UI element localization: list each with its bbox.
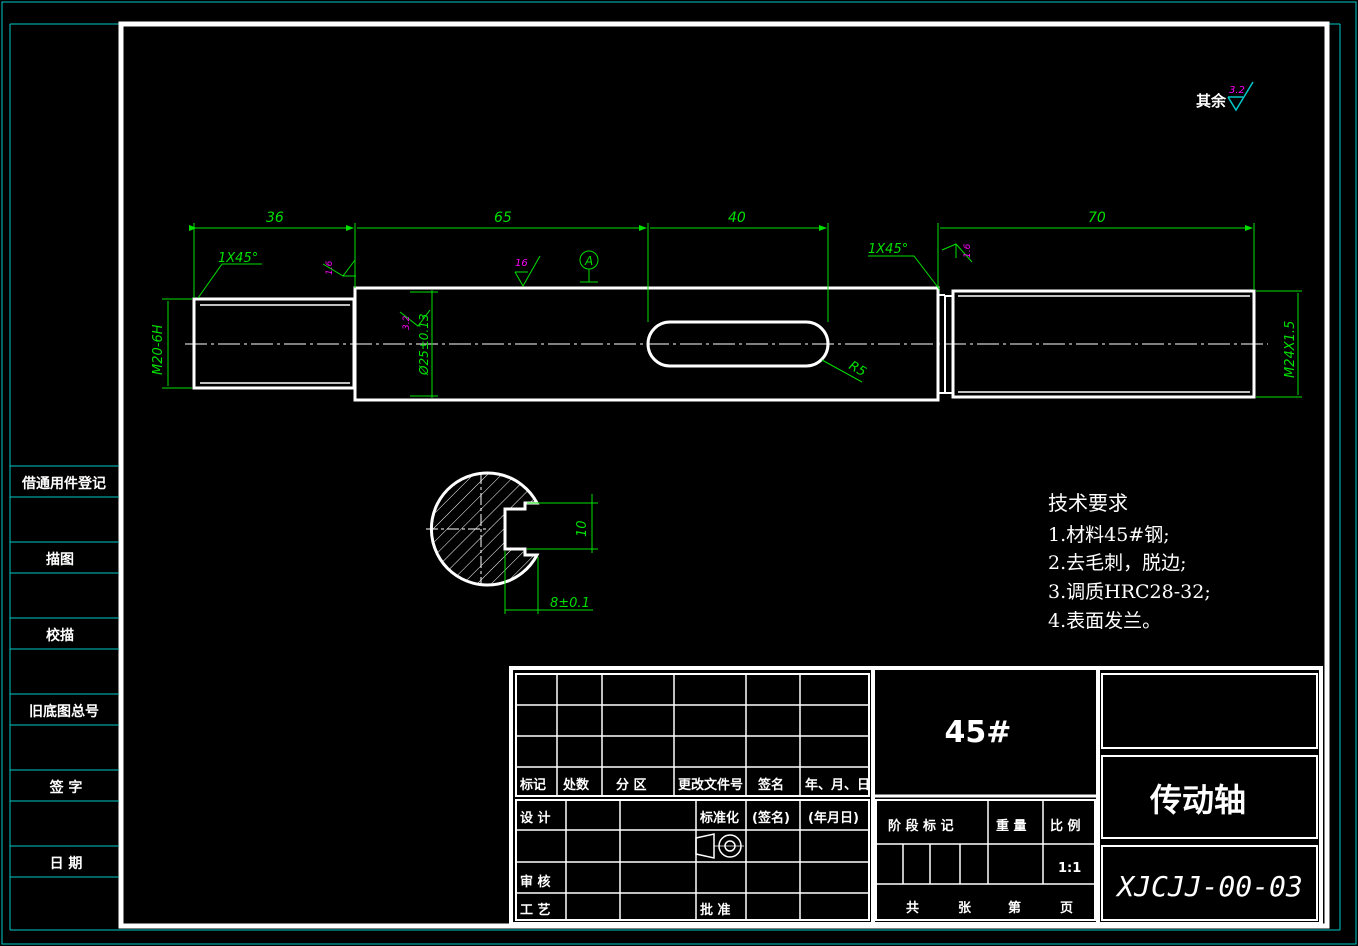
- side-label-signature: 签 字: [49, 779, 83, 796]
- rev-header-doc: 更改文件号: [678, 777, 743, 793]
- roughness-right: 1.6: [963, 243, 973, 258]
- dim-chamfer-right: 1X45°: [868, 242, 908, 257]
- cad-drawing: 借通用件登记 描图 校描 旧底图总号 签 字 日 期 其余 3.2 36 65 …: [1, 1, 1357, 945]
- rev-header-date: 年、月、日: [805, 777, 870, 793]
- title-block: 标记 处数 分 区 更改文件号 签名 年、月、日 设 计 标准化 (签名) (年…: [509, 666, 1323, 926]
- sign-date: (年月日): [808, 810, 859, 826]
- dim-thread-left: M20-6H: [151, 324, 166, 375]
- roughness-mid: 3.2: [402, 315, 412, 330]
- scale-value: 1:1: [1058, 861, 1081, 876]
- rev-header-mark: 标记: [519, 777, 546, 793]
- dimension-lines: 36 65 40 70 M20-6H M24X1.5 Ø25±0.13 1X45…: [151, 210, 1302, 398]
- tech-req-item-2: 2.去毛刺，脱边;: [1048, 552, 1187, 574]
- dim-radius: R5: [846, 358, 868, 380]
- sheet-number: 第: [1008, 900, 1021, 916]
- sheet-page: 页: [1060, 901, 1073, 916]
- stage-header-mark: 阶 段 标 记: [888, 818, 954, 834]
- roughness-prefix: 其余: [1196, 92, 1227, 110]
- projection-symbol-icon: [695, 833, 744, 859]
- sign-signature: (签名): [752, 810, 790, 826]
- drawing-number: XJCJJ-00-03: [1115, 870, 1302, 903]
- tech-req-title: 技术要求: [1048, 491, 1128, 515]
- datum-a-symbol: A: [579, 250, 599, 283]
- stage-header-scale: 比 例: [1050, 818, 1081, 834]
- tech-req-item-4: 4.表面发兰。: [1048, 610, 1161, 632]
- sign-standardize: 标准化: [699, 810, 739, 826]
- dim-36: 36: [266, 210, 284, 226]
- sheet-unit: 张: [958, 901, 972, 916]
- general-roughness-symbol: 其余 3.2: [1196, 81, 1254, 112]
- side-label-old-number: 旧底图总号: [29, 703, 99, 720]
- technical-requirements: 技术要求 1.材料45#钢; 2.去毛刺，脱边; 3.调质HRC28-32; 4…: [1048, 491, 1211, 632]
- roughness-left: 1.6: [325, 260, 335, 275]
- sign-review: 审 核: [520, 874, 551, 890]
- dim-diameter-mid: Ø25±0.13: [417, 314, 431, 377]
- roughness-top: 16: [515, 258, 528, 269]
- side-label-check-trace: 校描: [46, 627, 74, 644]
- tech-req-item-3: 3.调质HRC28-32;: [1048, 581, 1211, 603]
- material-label: 45#: [945, 715, 1012, 750]
- stage-header-weight: 重 量: [996, 818, 1027, 834]
- rev-header-zone: 分 区: [616, 777, 647, 793]
- section-width: 10: [575, 520, 590, 537]
- side-label-trace: 描图: [46, 551, 74, 568]
- stage-grid: 阶 段 标 记 重 量 比 例 1:1 共 张 第 页: [875, 799, 1096, 921]
- revision-grid: 标记 处数 分 区 更改文件号 签名 年、月、日: [515, 673, 870, 797]
- dim-thread-right: M24X1.5: [1283, 321, 1298, 378]
- sign-process: 工 艺: [520, 902, 551, 918]
- dim-40: 40: [728, 210, 746, 226]
- sign-design: 设 计: [520, 810, 551, 826]
- side-label-register: 借通用件登记: [21, 475, 106, 492]
- dim-65: 65: [494, 210, 512, 226]
- dim-70: 70: [1088, 210, 1106, 226]
- datum-label: A: [584, 254, 593, 268]
- sheet-total: 共: [906, 900, 919, 916]
- rev-header-sign: 签名: [757, 777, 784, 793]
- part-name: 传动轴: [1149, 781, 1246, 819]
- sign-approve: 批 准: [700, 902, 731, 918]
- rev-header-count: 处数: [562, 777, 590, 793]
- section-view: 10 8±0.1: [426, 471, 598, 614]
- roughness-general-value: 3.2: [1229, 85, 1245, 96]
- dim-chamfer-left: 1X45°: [218, 251, 258, 266]
- sign-grid: 设 计 标准化 (签名) (年月日) 审 核 工 艺 批 准: [515, 799, 870, 921]
- section-depth: 8±0.1: [550, 596, 590, 611]
- side-panel: 借通用件登记 描图 校描 旧底图总号 签 字 日 期: [10, 465, 119, 878]
- side-label-date: 日 期: [50, 856, 83, 872]
- tech-req-item-1: 1.材料45#钢;: [1048, 524, 1170, 546]
